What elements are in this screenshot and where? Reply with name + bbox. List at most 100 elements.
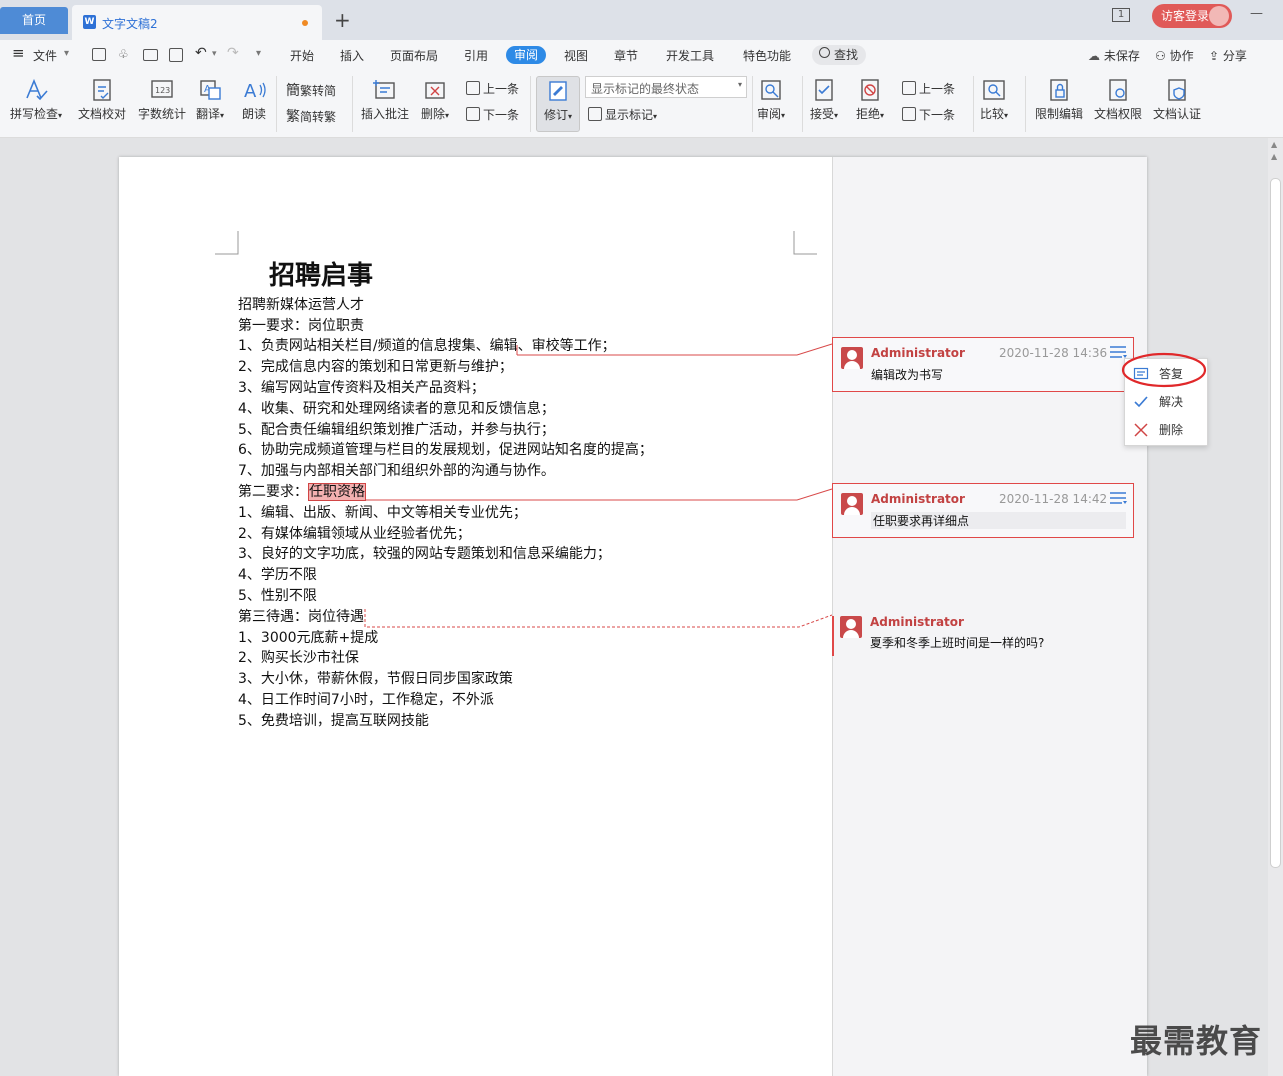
document-page[interactable]: 招聘启事 招聘新媒体运营人才 第一要求：岗位职责 1、负责网站相关栏目/频道的信… (119, 157, 1147, 1076)
doc-line-requirement-two[interactable]: 第二要求：任职资格 (238, 482, 366, 502)
menu-home[interactable]: 开始 (290, 47, 314, 64)
menu-special[interactable]: 特色功能 (743, 47, 791, 64)
doc-line[interactable]: 4、收集、研究和处理网络读者的意见和反馈信息； (238, 399, 555, 419)
comment-card[interactable]: Administrator 2020-11-28 14:36 编辑改为书写 (832, 337, 1134, 392)
doc-line[interactable]: 3、良好的文字功底，较强的网站专题策划和信息采编能力； (238, 544, 611, 564)
compare-button[interactable]: 比较▾ (980, 78, 1008, 122)
doc-line[interactable]: 7、加强与内部相关部门和组织外部的沟通与协作。 (238, 461, 555, 481)
doc-line[interactable]: 1、编辑、出版、新闻、中文等相关专业优先； (238, 503, 527, 523)
doc-line[interactable]: 2、购买长沙市社保 (238, 648, 359, 668)
tab-document[interactable]: W 文字文稿2 (72, 5, 322, 40)
delete-comment-button[interactable]: 删除▾ (421, 78, 449, 122)
undo-icon[interactable]: ↶ (195, 45, 207, 61)
comment-highlight[interactable]: 任职资格 (308, 483, 366, 501)
menu-file[interactable]: 文件 (33, 47, 57, 64)
comment-author: Administrator (870, 615, 964, 629)
print-preview-icon[interactable] (169, 48, 183, 62)
insert-comment-button[interactable]: 插入批注 (361, 78, 409, 122)
undo-dropdown-icon[interactable]: ▾ (212, 49, 217, 59)
menu-references[interactable]: 引用 (464, 47, 488, 64)
search-label: 查找 (834, 48, 859, 62)
doc-line[interactable]: 1、负责网站相关栏目/频道的信息搜集、编辑、审校等工作； (238, 336, 616, 356)
menu-view[interactable]: 视图 (564, 47, 588, 64)
minimize-icon[interactable]: — (1250, 6, 1263, 21)
simp-to-trad-button[interactable]: 繁简转繁 (286, 106, 336, 126)
divider (802, 76, 803, 132)
prev-change-button[interactable]: 上一条 (902, 80, 955, 97)
page-view-icon[interactable]: 1 (1112, 8, 1130, 22)
doc-line[interactable]: 招聘新媒体运营人才 (238, 295, 364, 315)
doc-line[interactable]: 第一要求：岗位职责 (238, 316, 364, 336)
menu-review[interactable]: 审阅 (506, 46, 547, 64)
hamburger-icon[interactable]: ≡ (12, 44, 25, 62)
trad-to-simp-button[interactable]: 簡繁转简 (286, 80, 336, 100)
doc-line[interactable]: 6、协助完成频道管理与栏目的发展规划，促进网站知名度的提高； (238, 440, 653, 460)
reject-button[interactable]: 拒绝▾ (856, 78, 884, 122)
comment-text[interactable]: 编辑改为书写 (871, 366, 943, 383)
svg-text:A: A (244, 81, 257, 102)
menu-developer[interactable]: 开发工具 (666, 47, 714, 64)
save-icon[interactable] (92, 48, 106, 61)
scroll-up-icon[interactable]: ▲ (1271, 152, 1277, 161)
doc-line[interactable]: 3、大小休，带薪休假，节假日同步国家政策 (238, 669, 513, 689)
comment-text[interactable]: 任职要求再详细点 (871, 512, 1126, 529)
translate-button[interactable]: A 翻译▾ (196, 78, 224, 122)
menu-insert[interactable]: 插入 (340, 47, 364, 64)
doc-line[interactable]: 4、日工作时间7小时，工作稳定，不外派 (238, 690, 494, 710)
doc-permission-button[interactable]: 文档权限 (1094, 78, 1142, 122)
scroll-up-icon[interactable]: ▲ (1271, 140, 1277, 149)
doc-line[interactable]: 1、3000元底薪+提成 (238, 628, 378, 648)
share-button[interactable]: ⇪ 分享 (1209, 47, 1247, 64)
delete-menu-item[interactable]: 删除 (1125, 417, 1209, 443)
writer-doc-icon: W (83, 15, 96, 29)
document-title[interactable]: 招聘启事 (269, 255, 373, 292)
doc-line[interactable]: 2、完成信息内容的策划和日常更新与维护； (238, 357, 513, 377)
reply-menu-item[interactable]: 答复 (1125, 361, 1209, 387)
export-icon[interactable]: ♧ (118, 47, 129, 61)
next-change-button[interactable]: 下一条 (902, 106, 955, 123)
doc-proof-button[interactable]: 文档校对 (78, 78, 126, 122)
doc-line[interactable]: 5、配合责任编辑组织策划推广活动，并参与执行； (238, 420, 555, 440)
resolve-menu-item[interactable]: 解决 (1125, 389, 1209, 415)
comment-card[interactable]: Administrator 夏季和冬季上班时间是一样的吗? (832, 615, 1134, 656)
word-count-button[interactable]: 123 字数统计 (138, 78, 186, 122)
user-avatar-icon (840, 616, 862, 638)
next-comment-button[interactable]: 下一条 (466, 106, 519, 123)
prev-comment-button[interactable]: 上一条 (466, 80, 519, 97)
restrict-edit-button[interactable]: 限制编辑 (1035, 78, 1083, 122)
doc-line[interactable]: 2、有媒体编辑领域从业经验者优先； (238, 524, 471, 544)
spell-check-button[interactable]: 拼写检查▾ (10, 78, 62, 122)
collaborate-button[interactable]: ⚇ 协作 (1155, 47, 1194, 64)
markup-state-select[interactable]: 显示标记的最终状态 ▾ (585, 76, 747, 98)
doc-line[interactable]: 4、学历不限 (238, 565, 317, 585)
guest-login-button[interactable]: 访客登录 (1152, 4, 1232, 28)
print-icon[interactable] (143, 49, 158, 61)
accept-button[interactable]: 接受▾ (810, 78, 838, 122)
lock-icon (1050, 79, 1068, 101)
vertical-scrollbar[interactable]: ▲ ▲ (1268, 138, 1283, 1076)
collaborate-icon: ⚇ (1155, 49, 1170, 63)
redo-icon[interactable]: ↷ (227, 45, 239, 61)
doc-certify-button[interactable]: 文档认证 (1153, 78, 1201, 122)
scrollbar-thumb[interactable] (1270, 178, 1281, 868)
doc-line[interactable]: 第三待遇：岗位待遇 (238, 607, 364, 627)
track-changes-button[interactable]: 修订▾ (536, 76, 580, 132)
read-aloud-button[interactable]: A 朗读 (241, 78, 267, 122)
chevron-down-icon[interactable]: ▾ (64, 48, 69, 59)
menu-layout[interactable]: 页面布局 (390, 47, 438, 64)
markup-state-value: 显示标记的最终状态 (591, 82, 700, 96)
tab-home[interactable]: 首页 (0, 7, 68, 34)
comment-card[interactable]: Administrator 2020-11-28 14:42 任职要求再详细点 (832, 483, 1134, 538)
search-box[interactable]: 查找 (812, 45, 867, 65)
doc-line[interactable]: 5、性别不限 (238, 586, 317, 606)
quick-access-more-icon[interactable]: ▾ (256, 48, 261, 59)
comment-menu-icon[interactable] (1109, 490, 1127, 506)
unsaved-status[interactable]: ☁ 未保存 (1088, 47, 1140, 64)
review-pane-button[interactable]: 审阅▾ (757, 78, 785, 122)
show-markup-button[interactable]: 显示标记▾ (588, 106, 657, 123)
new-tab-button[interactable]: + (334, 8, 351, 32)
doc-line[interactable]: 3、编写网站宣传资料及相关产品资料； (238, 378, 485, 398)
doc-line[interactable]: 5、免费培训，提高互联网技能 (238, 711, 429, 731)
comment-text[interactable]: 夏季和冬季上班时间是一样的吗? (870, 634, 1044, 651)
menu-section[interactable]: 章节 (614, 47, 638, 64)
